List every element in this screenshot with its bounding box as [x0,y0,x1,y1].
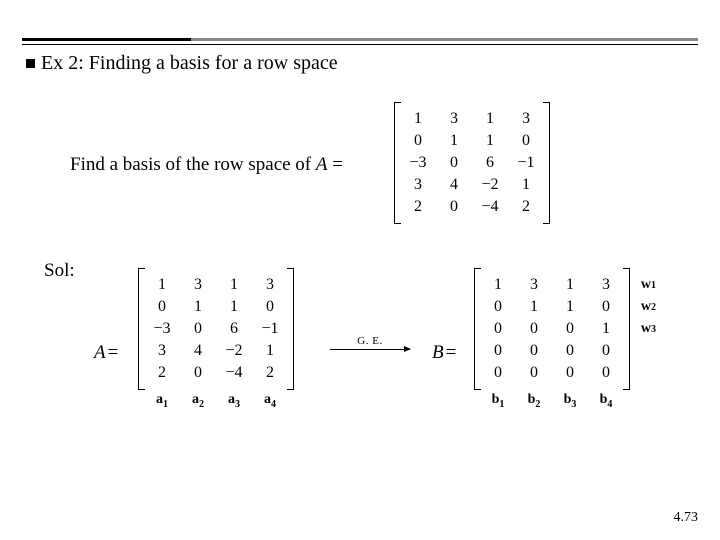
matrix-A-col-labels: a1 a2 a3 a4 [140,392,292,410]
matrix-A-definition: 1313 0110 −306−1 34−21 20−42 [396,104,548,222]
gaussian-elimination-arrow: G. E. [330,335,410,350]
matrix-B: 1313 0110 0001 0000 0000 b1 b2 b3 b4 w1 … [476,270,628,388]
matrix-B-block: 1313 0110 0001 0000 0000 b1 b2 b3 b4 w1 … [476,270,628,388]
prompt-prefix: Find a basis of the row space of [70,154,316,175]
bullet-icon [26,59,35,68]
A-var: A [94,342,106,364]
matrix-A: 1313 0110 −306−1 34−21 20−42 a1 a2 a3 a4 [140,270,292,388]
problem-statement: Find a basis of the row space of A = [70,154,343,176]
matrix-A-block: 1313 0110 −306−1 34−21 20−42 a1 a2 a3 a4 [140,270,292,388]
prompt-eq: = [328,154,343,175]
slide-sub-rule [22,44,698,45]
B-var: B [432,342,444,364]
matrix-B-col-labels: b1 b2 b3 b4 [476,392,628,410]
solution-label: Sol: [44,260,75,282]
B-eq: = [446,342,457,364]
A-eq: = [108,342,119,364]
matrix-top: 1313 0110 −306−1 34−21 20−42 [396,104,548,222]
page-number: 4.73 [674,510,699,526]
B-equals: B = [432,342,456,364]
arrow-icon [330,349,410,350]
matrix-B-row-labels: w1 w2 w3 [641,274,656,340]
slide-top-rule [22,38,698,41]
A-equals: A = [94,342,118,364]
prompt-var: A [316,154,328,175]
slide-title: Ex 2: Finding a basis for a row space [26,52,338,75]
arrow-label: G. E. [330,335,410,347]
title-text: Ex 2: Finding a basis for a row space [41,52,338,74]
